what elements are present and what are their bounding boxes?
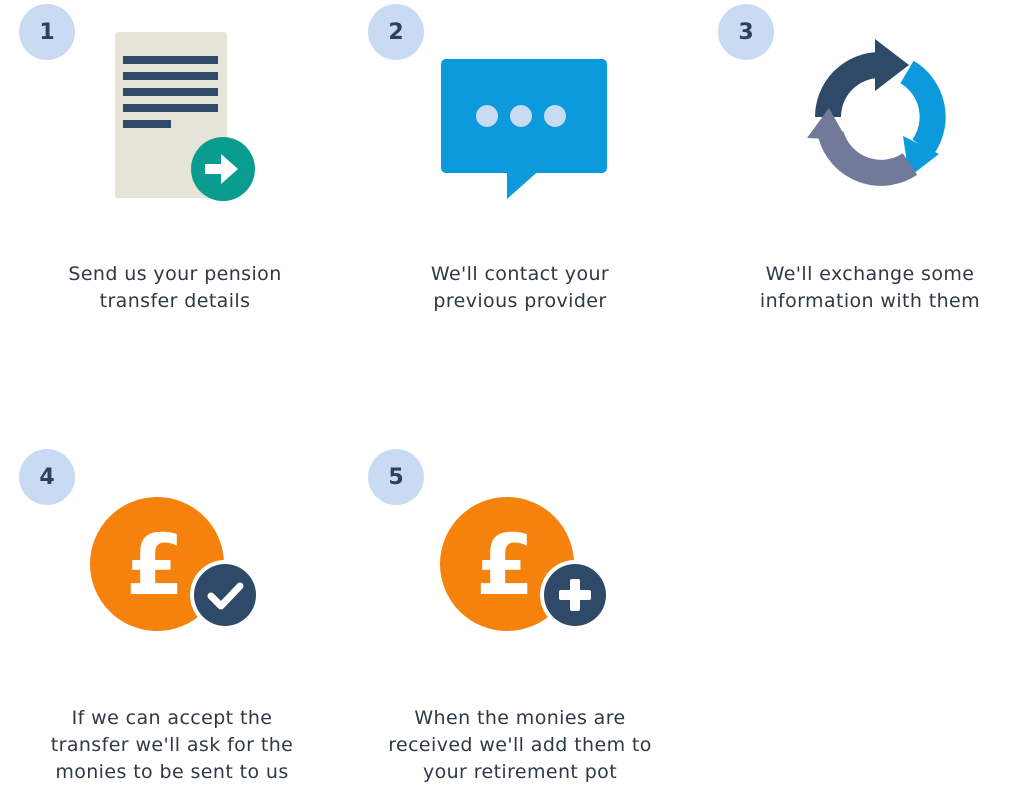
step-caption: We'll contact your previous provider xyxy=(370,261,670,315)
step-2: 2 We'll contact your previous provider xyxy=(345,0,685,394)
caption-line: transfer we'll ask for the xyxy=(50,734,294,756)
caption-line: your retirement pot xyxy=(422,761,618,783)
document-send-icon xyxy=(115,32,255,201)
caption-line: We'll contact your xyxy=(430,263,610,285)
caption-line: received we'll add them to xyxy=(388,734,652,756)
step-caption: If we can accept the transfer we'll ask … xyxy=(22,705,322,786)
pound-add-icon: £ xyxy=(440,497,610,631)
caption-line: When the monies are xyxy=(414,707,626,729)
caption-line: information with them xyxy=(759,290,981,312)
caption-line: transfer details xyxy=(99,290,251,312)
step-number-badge: 3 xyxy=(718,4,774,60)
pound-check-icon: £ xyxy=(90,497,260,631)
svg-text:£: £ xyxy=(476,516,534,614)
step-5: 5 £ When the monies are received we'll a… xyxy=(345,394,685,788)
step-caption: We'll exchange some information with the… xyxy=(720,261,1015,315)
svg-text:£: £ xyxy=(126,516,184,614)
step-1: 1 Send us your pension transfer details xyxy=(0,0,340,394)
step-caption: Send us your pension transfer details xyxy=(25,261,325,315)
caption-line: We'll exchange some xyxy=(765,263,975,285)
step-number-badge: 5 xyxy=(368,449,424,505)
exchange-cycle-icon xyxy=(807,39,946,186)
caption-line: monies to be sent to us xyxy=(55,761,289,783)
step-number-badge: 4 xyxy=(19,449,75,505)
step-3: 3 We'll exchange some information with t… xyxy=(690,0,1015,394)
caption-line: previous provider xyxy=(433,290,607,312)
step-number-badge: 2 xyxy=(368,4,424,60)
caption-line: Send us your pension xyxy=(68,263,282,285)
step-caption: When the monies are received we'll add t… xyxy=(370,705,670,786)
chat-bubble-icon xyxy=(441,59,607,199)
step-number-badge: 1 xyxy=(19,4,75,60)
step-4: 4 £ If we can accept the transfer we'll … xyxy=(0,394,340,788)
caption-line: If we can accept the xyxy=(71,707,273,729)
